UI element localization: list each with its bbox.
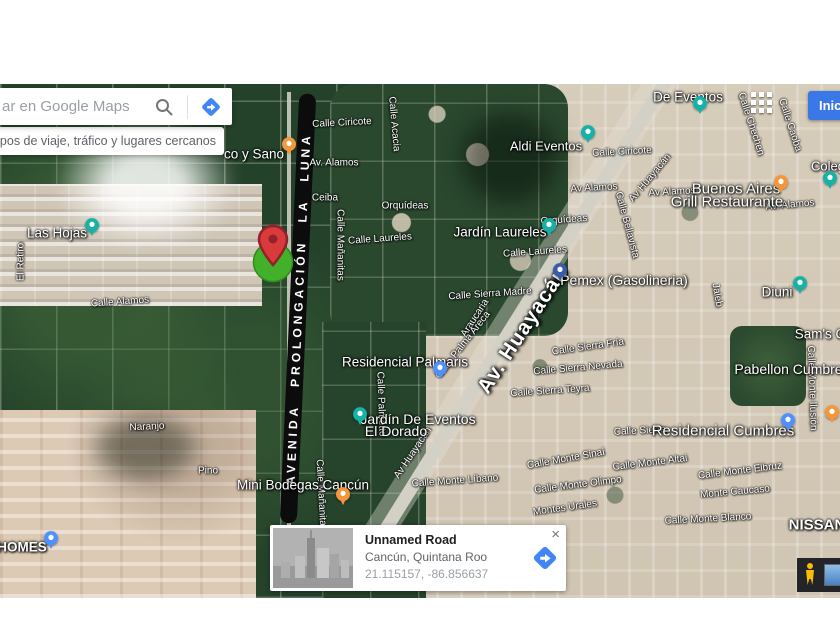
map-road-label: El Retiro <box>16 243 27 281</box>
close-icon[interactable]: × <box>551 527 560 542</box>
restaurant-icon[interactable] <box>282 137 296 156</box>
venue-icon[interactable] <box>542 218 556 237</box>
gas-station-icon[interactable] <box>553 263 567 282</box>
map-road-label: Calle Laureles <box>348 231 413 246</box>
google-maps-window: AVENIDA PROLONGACIÓN LA LUNA Av. Huayacá… <box>0 0 840 630</box>
map-poi-label[interactable]: HOMES <box>0 540 47 555</box>
search-box[interactable] <box>0 88 232 125</box>
school-icon[interactable] <box>823 171 837 190</box>
place-thumbnail[interactable] <box>273 528 353 588</box>
directions-icon <box>199 95 223 119</box>
map-road-label: Pino <box>198 466 218 477</box>
map-poi-label[interactable]: Diuni <box>762 285 793 300</box>
venue-icon[interactable] <box>581 125 595 144</box>
place-info-card[interactable]: Unnamed Road Cancún, Quintana Roo 21.115… <box>270 525 566 591</box>
map-poi-label[interactable]: Pemex (Gasolineria) <box>560 272 688 288</box>
map-road-label: Calle Monte Elbruz <box>697 460 782 481</box>
map-road-label: Av. Alamos <box>309 158 358 169</box>
map-road-label: Calle Ciricote <box>312 116 372 130</box>
map-road-label: Calle Monte Ilusión <box>805 345 819 430</box>
map-poi-label[interactable]: co y Sano <box>224 147 284 162</box>
restaurant-icon[interactable] <box>825 405 839 424</box>
map-road-label: Calle Sierra Fría <box>551 336 625 357</box>
venue-icon[interactable] <box>693 96 707 115</box>
place-coordinates: 21.115157, -86.856637 <box>365 567 520 581</box>
school-icon[interactable] <box>793 276 807 295</box>
suggestion-chip[interactable]: empos de viaje, tráfico y lugares cercan… <box>0 127 224 155</box>
map-road-label: Monte Caucaso <box>700 483 771 500</box>
map-poi-label[interactable]: Grill Restaurante <box>671 194 784 211</box>
map-road-label: Calle Monte Blanco <box>664 511 751 527</box>
map-road-label: Jaleb <box>710 282 725 307</box>
venue-icon[interactable] <box>85 218 99 237</box>
search-input[interactable] <box>0 98 149 115</box>
map-poi-label[interactable]: NISSAN <box>789 517 840 534</box>
map-road-label: Montes Urales <box>532 498 597 518</box>
google-apps-grid-icon[interactable] <box>751 92 777 118</box>
map-poi-label[interactable]: Aldi Eventos <box>510 139 582 154</box>
place-title: Unnamed Road <box>365 533 520 547</box>
divider <box>187 95 188 119</box>
map-poi-label[interactable]: Residencial Cumbres <box>652 423 795 440</box>
map-thumbnail-toggle[interactable] <box>824 564 840 586</box>
map-road-label: Calle Monte Líbano <box>411 472 498 489</box>
map-poi-label[interactable]: Residencial Palmaris <box>342 355 468 370</box>
map-road-label: Calle Sierra Teyra <box>510 383 590 400</box>
lock-icon[interactable] <box>44 531 58 550</box>
street-view-control-bar <box>797 558 840 592</box>
map-road-label: Ceiba <box>312 193 338 204</box>
restaurant-icon[interactable] <box>774 175 788 194</box>
directions-icon <box>530 543 560 573</box>
search-icon <box>154 97 174 117</box>
search-button[interactable] <box>149 92 179 122</box>
map-labels-layer: Calle Ciricote Calle Ciricote Av. Alamos Av… <box>0 84 840 598</box>
map-road-label: Calle Monte Altai <box>612 453 688 473</box>
map-road-label: Calle Sierra Nevada <box>533 359 623 378</box>
map-road-label: Calle Acacia <box>386 96 402 152</box>
destination-pin[interactable] <box>251 220 295 284</box>
map-poi-label[interactable]: Las Hojas <box>27 226 87 241</box>
map-road-label: Calle Alamos <box>91 294 150 309</box>
map-road-label: Calle Laureles <box>503 244 568 259</box>
map-poi-label[interactable]: Jardín Laureles <box>453 225 546 240</box>
map-road-label: Av Alamos <box>570 181 618 194</box>
place-icon[interactable] <box>781 413 795 432</box>
map-road-label: Calle Sierra Madre <box>448 286 532 303</box>
shopping-icon[interactable] <box>336 487 350 506</box>
map-road-label: Calle Monte Sinaí <box>526 447 606 472</box>
building-skyline-image <box>273 528 353 588</box>
map-road-label: Calle Caoba <box>776 97 803 153</box>
map-poi-label[interactable]: El Dorado <box>365 423 427 439</box>
map-poi-label[interactable]: Sam's C <box>795 327 840 342</box>
map-road-label: Calle Monte Olimpo <box>534 474 622 496</box>
directions-button[interactable] <box>196 92 226 122</box>
map-road-label: Calle Mañanitas <box>335 209 346 281</box>
map-road-label: Orquídeas <box>382 201 429 212</box>
map-poi-label[interactable]: Pabellon Cumbres <box>734 361 840 377</box>
place-details: Unnamed Road Cancún, Quintana Roo 21.115… <box>356 525 524 591</box>
place-icon[interactable] <box>433 361 447 380</box>
sign-in-button[interactable]: Inic <box>808 91 840 120</box>
map-poi-label[interactable]: De Eventos <box>653 90 723 105</box>
place-subtitle: Cancún, Quintana Roo <box>365 550 520 564</box>
map-road-label: Calle Ciricote <box>592 145 652 159</box>
map-road-label: Naranjo <box>129 421 165 434</box>
pegman-icon[interactable] <box>804 563 816 587</box>
map-canvas[interactable]: AVENIDA PROLONGACIÓN LA LUNA Av. Huayacá… <box>0 84 840 598</box>
map-road-label: Calle Mañanitas <box>314 459 329 531</box>
venue-icon[interactable] <box>353 407 367 426</box>
